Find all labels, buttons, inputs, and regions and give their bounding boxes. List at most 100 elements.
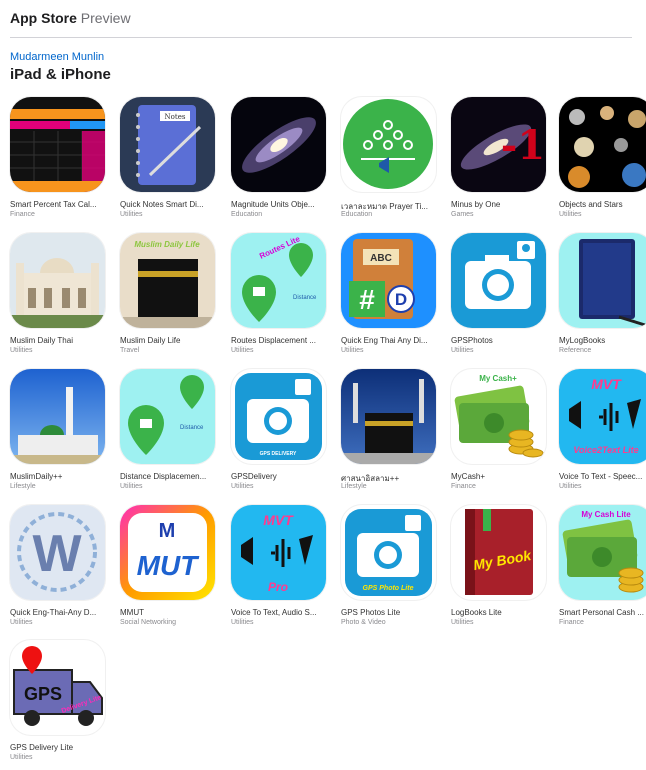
- app-name: Muslim Daily Thai: [10, 336, 73, 345]
- app-category: Utilities: [231, 347, 254, 354]
- app-tile[interactable]: Magnitude Units Obje... Education: [231, 97, 336, 227]
- svg-text:My Cash+: My Cash+: [479, 374, 517, 383]
- app-tile[interactable]: Notes Quick Notes Smart Di... Utilities: [120, 97, 225, 227]
- svg-text:MVT: MVT: [591, 376, 622, 392]
- app-name: Muslim Daily Life: [120, 336, 181, 345]
- app-name: LogBooks Lite: [451, 608, 502, 617]
- notebook-icon: Notes: [120, 97, 215, 192]
- my-book-icon: My Book: [451, 505, 546, 600]
- dictionary-book-icon: ABC # D: [341, 233, 436, 328]
- app-tile[interactable]: -1 Minus by One Games: [451, 97, 556, 227]
- app-category: Photo & Video: [341, 619, 386, 626]
- camera-delivery-icon: GPS DELIVERY: [231, 369, 326, 464]
- app-tile[interactable]: W Quick Eng-Thai-Any D... Utilities: [10, 505, 115, 635]
- app-tile[interactable]: My Cash+ MyCash+ Finance: [451, 369, 556, 499]
- brand-app-store: App Store: [10, 10, 77, 26]
- mosque-minaret-icon: [10, 369, 105, 464]
- app-tile[interactable]: Muslim Daily Thai Utilities: [10, 233, 115, 363]
- svg-text:-1: -1: [501, 122, 545, 169]
- app-category: Education: [231, 211, 263, 218]
- app-name: Quick Eng-Thai-Any D...: [10, 608, 97, 617]
- svg-text:MUT: MUT: [137, 550, 201, 581]
- svg-text:#: #: [359, 284, 375, 315]
- app-tile[interactable]: Objects and Stars Utilities: [559, 97, 646, 227]
- app-name: GPSDelivery: [231, 472, 277, 481]
- app-name: Objects and Stars: [559, 200, 623, 209]
- app-tile[interactable]: MyLogBooks Reference: [559, 233, 646, 363]
- app-name: MuslimDaily++: [10, 472, 63, 481]
- cash-coins-icon: My Cash+: [451, 369, 546, 464]
- app-tile[interactable]: GPSPhotos Utilities: [451, 233, 556, 363]
- app-name: GPS Delivery Lite: [10, 743, 74, 752]
- mosque-icon: [10, 233, 105, 328]
- app-category: Utilities: [231, 483, 254, 490]
- svg-text:Distance: Distance: [180, 425, 204, 431]
- store-brand[interactable]: App Store Preview: [10, 10, 131, 26]
- app-category: Lifestyle: [10, 483, 36, 490]
- tax-calculator-icon: [10, 97, 105, 192]
- kaaba-icon: Muslim Daily Life: [120, 233, 215, 328]
- app-name: MyLogBooks: [559, 336, 606, 345]
- kaaba-night-icon: [341, 369, 436, 464]
- svg-text:Pro: Pro: [268, 580, 288, 594]
- app-category: Finance: [451, 483, 476, 490]
- app-tile[interactable]: M MUT MMUT Social Networking: [120, 505, 225, 635]
- app-category: Finance: [559, 619, 584, 626]
- app-name: Magnitude Units Obje...: [231, 200, 315, 209]
- app-tile[interactable]: My Book LogBooks Lite Utilities: [451, 505, 556, 635]
- distance-map-icon: Distance: [120, 369, 215, 464]
- svg-text:Muslim Daily Life: Muslim Daily Life: [134, 240, 200, 249]
- app-tile[interactable]: Smart Percent Tax Cal... Finance: [10, 97, 115, 227]
- app-category: Social Networking: [120, 619, 177, 626]
- developer-link[interactable]: Mudarmeen Munlin: [10, 51, 104, 63]
- camera-lite-icon: GPS Photo Lite: [341, 505, 436, 600]
- app-tile[interactable]: Distance Distance Displacemen... Utiliti…: [120, 369, 225, 499]
- cash-lite-icon: My Cash Lite: [559, 505, 646, 600]
- app-tile[interactable]: My Cash Lite Smart Personal Cash ... Fin…: [559, 505, 646, 635]
- svg-text:ABC: ABC: [370, 253, 392, 264]
- app-tile[interactable]: GPS Delivery Lite GPS Delivery Lite Util…: [10, 640, 115, 770]
- app-name: Voice To Text, Audio S...: [231, 608, 317, 617]
- app-tile[interactable]: ศาสนาอิสลาม++ Lifestyle: [341, 369, 446, 499]
- app-name: Quick Eng Thai Any Di...: [341, 336, 428, 345]
- app-tile[interactable]: Muslim Daily Life Muslim Daily Life Trav…: [120, 233, 225, 363]
- app-name: MMUT: [120, 608, 144, 617]
- app-tile[interactable]: GPS Photo Lite GPS Photos Lite Photo & V…: [341, 505, 446, 635]
- app-tile[interactable]: MuslimDaily++ Lifestyle: [10, 369, 115, 499]
- voice-pro-icon: MVT Pro: [231, 505, 326, 600]
- app-tile[interactable]: ABC # D Quick Eng Thai Any Di... Utiliti…: [341, 233, 446, 363]
- svg-text:D: D: [395, 290, 407, 309]
- planets-icon: [559, 97, 646, 192]
- section-title: iPad & iPhone: [10, 66, 111, 83]
- app-name: Voice To Text - Speec...: [559, 472, 643, 481]
- app-tile[interactable]: MVT Pro Voice To Text, Audio S... Utilit…: [231, 505, 336, 635]
- svg-text:MVT: MVT: [263, 512, 294, 528]
- app-name: GPS Photos Lite: [341, 608, 401, 617]
- logbook-icon: [559, 233, 646, 328]
- app-name: Routes Displacement ...: [231, 336, 316, 345]
- app-category: Travel: [120, 347, 140, 354]
- brand-preview: Preview: [80, 10, 131, 26]
- app-tile[interactable]: MVT Voice2Text Lite Voice To Text - Spee…: [559, 369, 646, 499]
- app-category: Reference: [559, 347, 592, 354]
- app-name: Minus by One: [451, 200, 501, 209]
- app-category: Utilities: [120, 483, 143, 490]
- app-category: Education: [341, 211, 373, 218]
- app-name: MyCash+: [451, 472, 486, 481]
- app-tile[interactable]: GPS DELIVERY GPSDelivery Utilities: [231, 369, 336, 499]
- app-tile[interactable]: เวลาละหมาด Prayer Ti... Education: [341, 97, 446, 227]
- svg-text:W: W: [32, 525, 82, 583]
- app-tile[interactable]: Routes Lite Distance Routes Displacement…: [231, 233, 336, 363]
- svg-text:My Cash Lite: My Cash Lite: [581, 510, 631, 519]
- svg-text:M: M: [159, 520, 176, 542]
- app-category: Finance: [10, 211, 35, 218]
- app-category: Games: [451, 211, 474, 218]
- letter-w-icon: W: [10, 505, 105, 600]
- svg-text:GPS: GPS: [24, 684, 62, 704]
- app-category: Lifestyle: [341, 483, 367, 490]
- app-category: Utilities: [559, 211, 582, 218]
- app-name: Distance Displacemen...: [120, 472, 207, 481]
- app-category: Utilities: [559, 483, 582, 490]
- camera-icon: [451, 233, 546, 328]
- app-name: Smart Personal Cash ...: [559, 608, 644, 617]
